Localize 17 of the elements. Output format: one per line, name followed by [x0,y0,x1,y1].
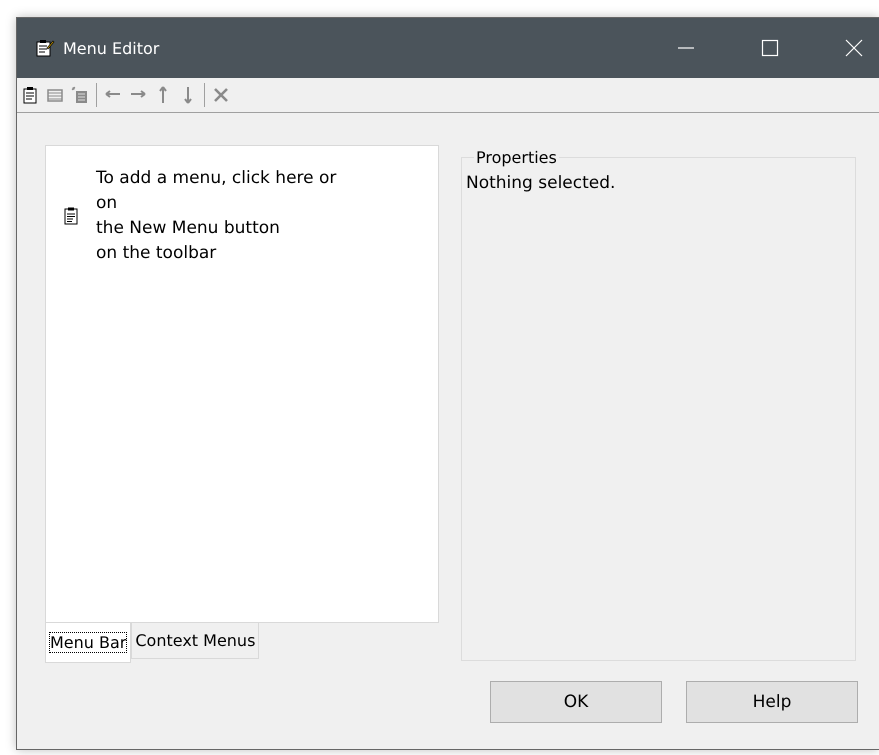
ok-button[interactable]: OK [490,681,662,723]
hint-text: To add a menu, click here or [96,167,336,190]
group-title: Properties [474,148,559,167]
help-button[interactable]: Help [686,681,858,723]
hint-text: on [96,192,118,215]
tab[interactable]: Context Menus [131,623,260,659]
tab[interactable]: Menu Bar [45,623,132,663]
maximize-icon[interactable] [761,39,779,57]
close-icon[interactable] [845,39,863,57]
hint-text: on the toolbar [96,242,218,265]
document-icon [64,207,78,225]
new-menu-icon[interactable] [21,86,39,104]
menu-tree-panel[interactable]: To add a menu, click here or on the New Menu button on the toolbar [45,145,439,623]
window-title: Menu Editor [63,38,160,58]
hint-text: the New Menu button [96,217,281,240]
status-message: Nothing selected. [466,173,616,193]
menu-editor-icon [35,38,55,58]
